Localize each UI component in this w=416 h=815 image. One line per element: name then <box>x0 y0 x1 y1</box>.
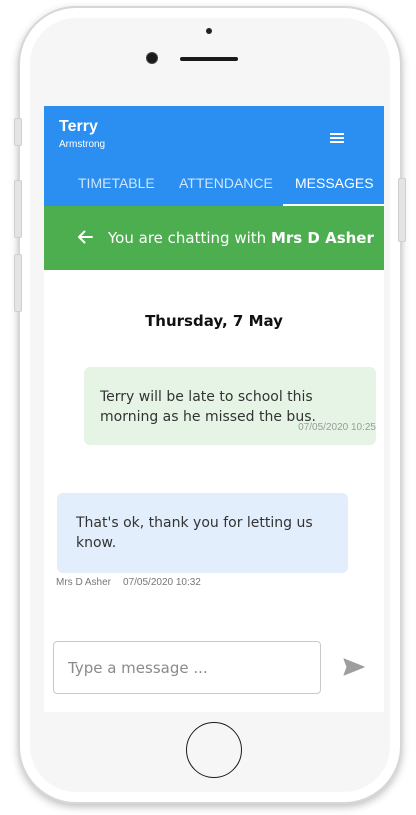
user-first-name: Terry <box>59 118 98 135</box>
front-camera <box>147 53 157 63</box>
tab-bar: TIMETABLE ATTENDANCE MESSAGES <box>44 170 384 206</box>
chat-with-prefix: You are chatting with <box>108 229 267 247</box>
power-button <box>398 178 406 242</box>
volume-up-button <box>14 180 22 238</box>
volume-down-button <box>14 254 22 312</box>
chat-header-bar: You are chatting with Mrs D Asher <box>44 206 384 270</box>
proximity-sensor <box>206 28 212 34</box>
tab-timetable[interactable]: TIMETABLE <box>78 175 155 206</box>
outgoing-message-bubble: Terry will be late to school this mornin… <box>84 367 376 445</box>
chat-with-text: You are chatting with Mrs D Asher <box>108 229 374 247</box>
home-button <box>186 722 242 778</box>
mute-switch <box>14 118 22 146</box>
app-header: Terry Armstrong TIMETABLE ATTENDANCE MES… <box>44 106 384 206</box>
send-icon[interactable] <box>343 658 365 676</box>
app-screen: Terry Armstrong TIMETABLE ATTENDANCE MES… <box>44 106 384 712</box>
chat-contact-name: Mrs D Asher <box>270 229 374 247</box>
incoming-message-bubble: That's ok, thank you for letting us know… <box>57 493 348 573</box>
earpiece-speaker <box>180 57 238 61</box>
date-heading: Thursday, 7 May <box>145 312 283 330</box>
incoming-message-meta: Mrs D Asher 07/05/2020 10:32 <box>56 577 201 588</box>
hamburger-menu-icon[interactable] <box>330 133 344 144</box>
outgoing-message-timestamp: 07/05/2020 10:25 <box>298 422 376 433</box>
tab-attendance[interactable]: ATTENDANCE <box>179 175 273 206</box>
incoming-message-timestamp: 07/05/2020 10:32 <box>123 577 201 588</box>
incoming-message-sender: Mrs D Asher <box>56 577 112 588</box>
tab-messages[interactable]: MESSAGES <box>283 175 384 206</box>
user-last-name: Armstrong <box>59 139 106 150</box>
back-arrow-icon[interactable] <box>77 229 93 245</box>
message-input[interactable] <box>53 641 321 694</box>
